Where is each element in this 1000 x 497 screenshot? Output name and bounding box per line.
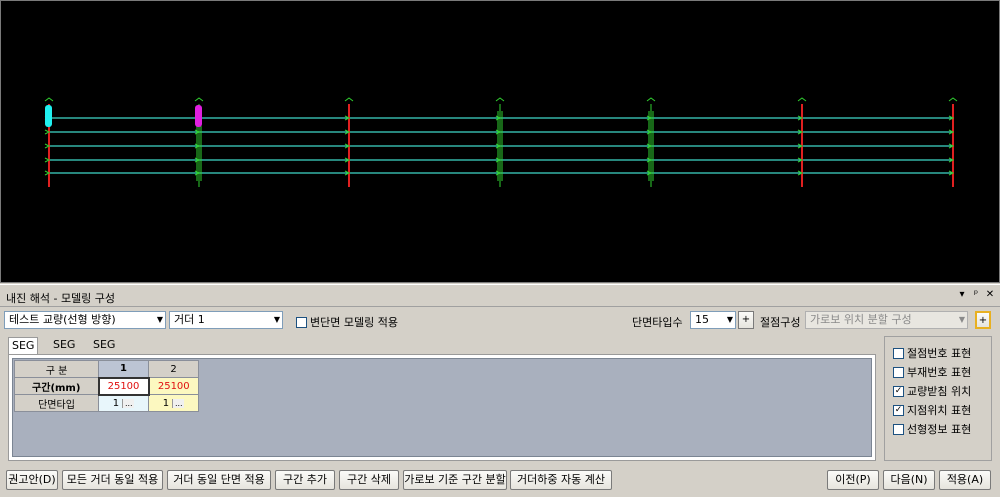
- node-marker-icon: [797, 97, 807, 102]
- span-length-cell[interactable]: 25100: [148, 377, 199, 395]
- girder-select[interactable]: 거더 1 ▼: [169, 311, 283, 329]
- row-header-section-type: 단면타입: [14, 394, 99, 412]
- checkbox-box[interactable]: [296, 316, 307, 328]
- checkmark-icon[interactable]: ✓: [893, 385, 904, 397]
- add-span-button[interactable]: 구간 추가: [275, 470, 335, 490]
- option-bearing-position[interactable]: ✓ 교량받침 위치: [893, 383, 971, 399]
- same-section-button[interactable]: 거더 동일 단면 적용: [167, 470, 271, 490]
- add-section-type-button[interactable]: +: [738, 311, 754, 329]
- section-type-count-label: 단면타입수: [632, 316, 683, 329]
- node-marker-icon: [948, 97, 958, 102]
- node-marker-icon: [44, 97, 54, 102]
- delete-span-button[interactable]: 구간 삭제: [339, 470, 399, 490]
- option-node-number[interactable]: 절점번호 표현: [893, 345, 971, 361]
- option-alignment-info[interactable]: 선형정보 표현: [893, 421, 971, 437]
- table-row: 단면타입 1 ... 1 ...: [14, 394, 199, 412]
- option-label: 교량받침 위치: [907, 385, 972, 398]
- grid-corner: 구 분: [14, 360, 99, 378]
- apply-button[interactable]: 적용(A): [939, 470, 991, 490]
- bridge-model-drawing: [44, 97, 958, 187]
- checkbox-box[interactable]: [893, 423, 904, 435]
- node-config-label: 절점구성: [760, 316, 801, 329]
- option-support-position[interactable]: ✓ 지점위치 표현: [893, 402, 971, 418]
- node-config-select[interactable]: 가로보 위치 분할 구성 ▼: [805, 311, 968, 329]
- option-label: 절점번호 표현: [907, 347, 972, 360]
- option-label: 선형정보 표현: [907, 423, 972, 436]
- auto-load-button[interactable]: 거더하중 자동 계산: [510, 470, 612, 490]
- node-marker-icon: [344, 97, 354, 102]
- dropdown-icon[interactable]: ▾: [956, 288, 968, 302]
- bearing-marker: [45, 105, 52, 127]
- node-config-add-button[interactable]: +: [975, 311, 991, 329]
- checkmark-icon[interactable]: ✓: [893, 404, 904, 416]
- node-marker-icon: [495, 97, 505, 102]
- option-member-number[interactable]: 부재번호 표현: [893, 364, 971, 380]
- variable-section-label: 변단면 모델링 적용: [310, 316, 398, 329]
- table-row: 구간(mm) 25100 25100: [14, 376, 199, 396]
- pin-icon[interactable]: ᵖ: [970, 288, 982, 302]
- node-marker-icon: [194, 97, 204, 102]
- bridge-select-value: 테스트 교량(선형 방향): [9, 313, 116, 326]
- modeling-panel: 내진 해석 - 모델링 구성 ▾ ᵖ ✕ 테스트 교량(선형 방향) ▼ 거더 …: [0, 284, 1000, 497]
- section-type-value: 1: [112, 397, 120, 409]
- recommend-button[interactable]: 권고안(D): [6, 470, 58, 490]
- bridge-select[interactable]: 테스트 교량(선형 방향) ▼: [4, 311, 166, 329]
- browse-button[interactable]: ...: [122, 398, 135, 408]
- chevron-down-icon: ▼: [273, 315, 280, 324]
- tab-seg-1[interactable]: SEG 1: [8, 337, 39, 367]
- bearing-marker: [195, 105, 202, 127]
- close-icon[interactable]: ✕: [984, 288, 996, 302]
- span-length-cell[interactable]: 25100: [97, 376, 150, 396]
- checkbox-box[interactable]: [893, 366, 904, 378]
- chevron-down-icon: ▼: [156, 315, 163, 324]
- span-table: 구 분 1 2 구간(mm) 25100 25100 단면타입 1 ... 1 …: [14, 360, 199, 412]
- prev-button[interactable]: 이전(P): [827, 470, 879, 490]
- chevron-down-icon: ▼: [958, 315, 965, 324]
- variable-section-checkbox[interactable]: 변단면 모델링 적용: [296, 314, 398, 330]
- section-type-count-value: 15: [695, 313, 709, 326]
- option-label: 지점위치 표현: [907, 404, 972, 417]
- girder-select-value: 거더 1: [174, 313, 205, 326]
- panel-title: 내진 해석 - 모델링 구성: [6, 292, 116, 305]
- section-type-value: 1: [162, 397, 170, 409]
- column-header[interactable]: 1: [98, 360, 149, 378]
- chevron-down-icon: ▼: [726, 315, 733, 324]
- browse-button[interactable]: ...: [172, 398, 185, 408]
- tab-seg-3[interactable]: SEG 3: [90, 337, 118, 366]
- row-header-span: 구간(mm): [14, 377, 99, 395]
- tab-seg-2[interactable]: SEG 2: [50, 337, 78, 366]
- panel-titlebar: 내진 해석 - 모델링 구성 ▾ ᵖ ✕: [0, 285, 1000, 307]
- option-label: 부재번호 표현: [907, 366, 972, 379]
- section-type-count-select[interactable]: 15 ▼: [690, 311, 736, 329]
- model-viewport[interactable]: [0, 0, 1000, 283]
- next-button[interactable]: 다음(N): [883, 470, 935, 490]
- checkbox-box[interactable]: [893, 347, 904, 359]
- apply-all-girders-button[interactable]: 모든 거더 동일 적용: [62, 470, 163, 490]
- split-by-crossbeam-button[interactable]: 가로보 기준 구간 분할: [403, 470, 507, 490]
- node-config-value: 가로보 위치 분할 구성: [810, 313, 912, 326]
- section-type-cell[interactable]: 1 ...: [98, 394, 149, 412]
- span-grid[interactable]: 구 분 1 2 구간(mm) 25100 25100 단면타입 1 ... 1 …: [12, 358, 872, 457]
- span-grid-area: 구 분 1 2 구간(mm) 25100 25100 단면타입 1 ... 1 …: [8, 354, 876, 461]
- node-marker-icon: [646, 97, 656, 102]
- display-options-panel: 절점번호 표현 부재번호 표현 ✓ 교량받침 위치 ✓ 지점위치 표현 선형정보…: [884, 336, 992, 461]
- section-type-cell[interactable]: 1 ...: [148, 394, 199, 412]
- column-header[interactable]: 2: [148, 360, 199, 378]
